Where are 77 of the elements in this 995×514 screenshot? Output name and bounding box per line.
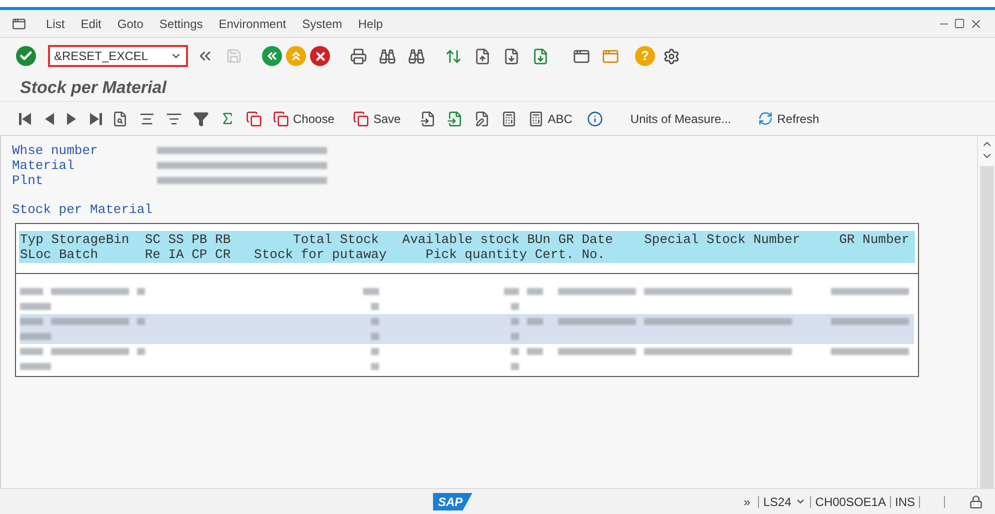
- binoculars-icon: [408, 48, 425, 64]
- menu-icon[interactable]: [12, 16, 26, 30]
- expand-status[interactable]: »: [744, 492, 750, 510]
- menu-item[interactable]: System: [294, 14, 350, 32]
- redacted-value: [527, 288, 543, 295]
- menu-item[interactable]: Settings: [151, 14, 211, 32]
- field-label: Material: [12, 158, 76, 173]
- gear-icon: [663, 48, 680, 64]
- double-chevron-icon: [289, 49, 303, 63]
- redacted-value: [20, 303, 52, 310]
- double-chevron-icon: [265, 49, 279, 63]
- section-title: Stock per Material: [12, 202, 154, 217]
- page-down-icon: [503, 48, 520, 64]
- redacted-value: [20, 363, 52, 370]
- refresh-button[interactable]: Refresh: [754, 106, 824, 130]
- choose-button[interactable]: Choose: [269, 106, 338, 130]
- close-icon: [314, 50, 326, 62]
- sigma-icon: [220, 111, 235, 126]
- units-of-measure-button[interactable]: Units of Measure...: [626, 106, 736, 130]
- redacted-value: [20, 318, 44, 325]
- file-pen-icon: [474, 110, 490, 126]
- abc-button[interactable]: ABC: [524, 106, 576, 130]
- file-arrow-icon: [446, 110, 463, 126]
- window-icon: [573, 48, 590, 64]
- copy-icon: [246, 110, 262, 126]
- menu-item[interactable]: Goto: [109, 14, 152, 32]
- page-up-icon: [474, 48, 491, 64]
- redacted-value: [527, 348, 543, 355]
- input-mode: INS: [894, 494, 916, 510]
- redacted-value: [20, 288, 44, 295]
- save-layout-button[interactable]: Save: [349, 106, 405, 130]
- field-label: Plnt: [12, 173, 44, 188]
- column-headers: SLoc Batch Re IA CP CR Stock for putaway Pick quantity Cert. No.: [19, 247, 606, 262]
- transaction-code[interactable]: LS24: [759, 492, 796, 510]
- redacted-value: [363, 288, 379, 295]
- scrollbar-track[interactable]: [980, 166, 994, 488]
- up-down-arrow-icon: [445, 48, 462, 64]
- menu-item[interactable]: Environment: [210, 14, 294, 32]
- redacted-value: [137, 348, 145, 355]
- refresh-icon: [758, 111, 774, 126]
- cancel-button[interactable]: [310, 46, 330, 66]
- back-button[interactable]: [262, 46, 282, 66]
- copy-icon: [353, 110, 370, 126]
- maximize-icon[interactable]: [954, 18, 965, 29]
- check-icon: [19, 49, 33, 63]
- file-arrow-icon: [420, 110, 436, 126]
- skip-triangle-icon: [19, 110, 33, 126]
- menu-item[interactable]: Help: [350, 14, 391, 32]
- menu-item[interactable]: Edit: [72, 14, 110, 32]
- redacted-value: [527, 318, 543, 325]
- window-icon: [602, 48, 619, 64]
- menu-item[interactable]: List: [38, 14, 73, 32]
- binoculars-icon: [379, 48, 396, 64]
- screen-title: Stock per Material: [20, 76, 166, 99]
- redacted-value: [504, 288, 520, 295]
- redacted-value: [137, 288, 145, 295]
- skip-triangle-icon: [88, 110, 102, 126]
- printer-icon: [350, 48, 367, 64]
- lock-icon[interactable]: [969, 494, 983, 508]
- page-down-icon: [532, 48, 549, 64]
- field-label: Whse number: [12, 143, 99, 158]
- calculator-icon: [500, 110, 517, 126]
- redacted-value: [137, 318, 145, 325]
- info-icon: [587, 110, 604, 126]
- redacted-value: [20, 333, 52, 340]
- copy-icon: [273, 110, 289, 126]
- enter-button[interactable]: [16, 46, 36, 66]
- column-headers: Typ StorageBin SC SS PB RB Total Stock Available stock BUn GR Date Special Stock Number GR Number: [19, 232, 910, 247]
- funnel-icon: [193, 110, 209, 126]
- redacted-value: [20, 348, 44, 355]
- sort-lines-icon: [166, 110, 182, 126]
- command-field[interactable]: &RESET_EXCEL: [48, 45, 188, 67]
- sap-logo: SAP: [432, 492, 473, 510]
- calculator-icon: [528, 110, 544, 126]
- magnifier-page-icon: [112, 110, 128, 126]
- server-name: CH00SOE1A: [814, 494, 887, 510]
- sort-lines-icon: [139, 110, 155, 126]
